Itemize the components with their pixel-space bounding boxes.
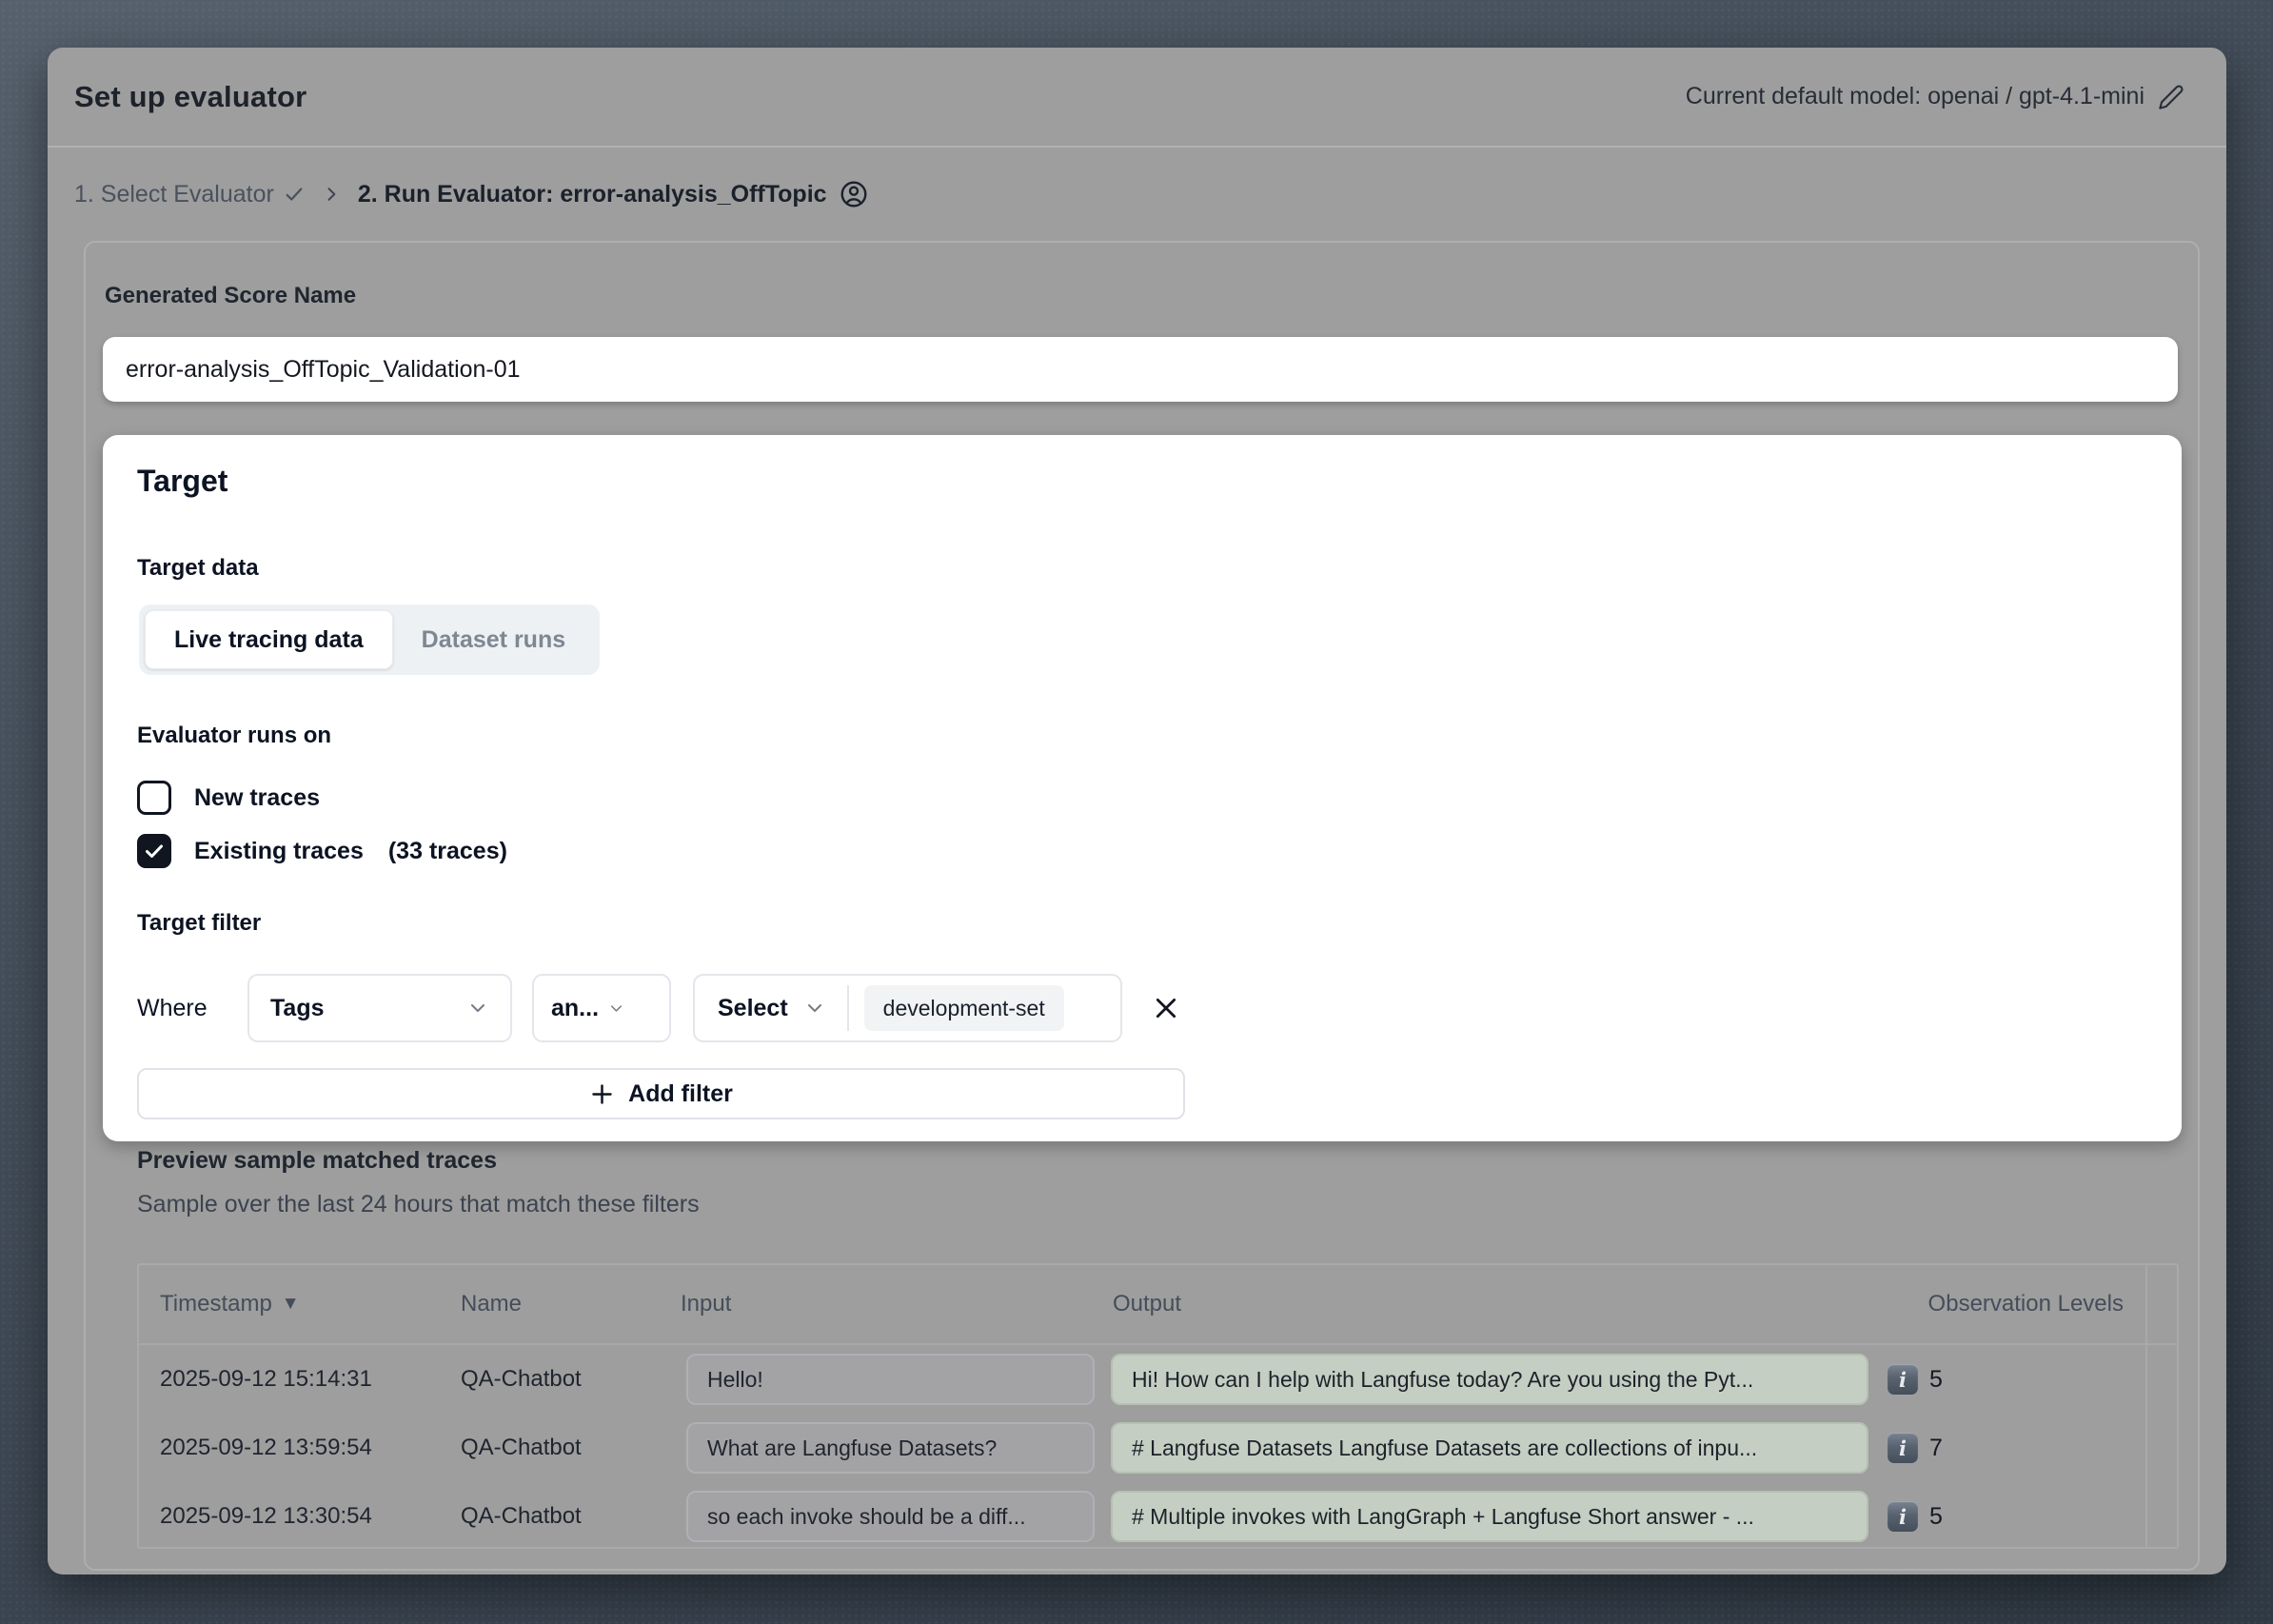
breadcrumb: 1. Select Evaluator 2. Run Evaluator: er…	[48, 149, 2226, 239]
column-header-output: Output	[1113, 1291, 1181, 1317]
filter-column-value: Tags	[270, 995, 325, 1022]
cell-output-chip: Hi! How can I help with Langfuse today? …	[1111, 1354, 1868, 1405]
existing-traces-count: (33 traces)	[388, 838, 507, 865]
info-icon: i	[1888, 1364, 1918, 1395]
breadcrumb-step-select-evaluator[interactable]: 1. Select Evaluator	[74, 181, 305, 208]
default-model-info: Current default model: openai / gpt-4.1-…	[1686, 83, 2184, 110]
new-traces-row: New traces	[137, 778, 320, 818]
divider	[847, 985, 849, 1031]
target-data-label: Target data	[137, 555, 259, 582]
table-row: 2025-09-12 13:30:54 QA-Chatbot so each i…	[139, 1482, 2177, 1551]
cell-input-chip: What are Langfuse Datasets?	[686, 1422, 1095, 1474]
filter-operator-select[interactable]: an...	[532, 974, 671, 1042]
cell-observation-levels: i 7	[1888, 1433, 1943, 1463]
generated-score-name-input[interactable]	[103, 337, 2178, 402]
breadcrumb-step2-label: 2. Run Evaluator: error-analysis_OffTopi…	[358, 181, 827, 208]
setup-evaluator-dialog: Set up evaluator Current default model: …	[48, 48, 2226, 1574]
cell-output-chip: # Langfuse Datasets Langfuse Datasets ar…	[1111, 1422, 1868, 1474]
page-title: Set up evaluator	[74, 80, 306, 114]
target-title: Target	[137, 464, 227, 499]
chevron-right-icon	[322, 185, 341, 204]
chevron-down-icon	[803, 997, 826, 1020]
user-circle-icon[interactable]	[839, 179, 869, 209]
cell-name: QA-Chatbot	[461, 1366, 582, 1393]
cell-input-chip: Hello!	[686, 1354, 1095, 1405]
remove-filter-button[interactable]	[1147, 989, 1185, 1027]
preview-title: Preview sample matched traces	[137, 1147, 497, 1175]
timestamp-header-label: Timestamp	[160, 1291, 272, 1317]
target-card: Target Target data Live tracing data Dat…	[103, 435, 2182, 1141]
chevron-down-icon	[607, 1000, 625, 1018]
cell-name: QA-Chatbot	[461, 1435, 582, 1461]
cell-observation-levels: i 5	[1888, 1364, 1943, 1395]
default-model-label: Current default model: openai / gpt-4.1-…	[1686, 83, 2145, 110]
new-traces-label: New traces	[194, 784, 320, 812]
evaluator-form-section: Generated Score Name Target Target data …	[84, 241, 2200, 1571]
column-header-name: Name	[461, 1291, 522, 1317]
filter-column-select[interactable]: Tags	[247, 974, 512, 1042]
breadcrumb-step-run-evaluator: 2. Run Evaluator: error-analysis_OffTopi…	[358, 179, 869, 209]
observation-count: 7	[1929, 1435, 1943, 1462]
filter-value-select[interactable]: Select development-set	[693, 974, 1122, 1042]
tab-dataset-runs[interactable]: Dataset runs	[393, 610, 594, 669]
column-header-input: Input	[681, 1291, 731, 1317]
observation-count: 5	[1929, 1503, 1943, 1531]
plus-icon	[589, 1081, 615, 1107]
info-icon: i	[1888, 1433, 1918, 1463]
column-header-observation-levels: Observation Levels	[1928, 1291, 2124, 1317]
observation-count: 5	[1929, 1366, 1943, 1394]
cell-name: QA-Chatbot	[461, 1503, 582, 1530]
check-icon	[284, 184, 305, 205]
cell-output-chip: # Multiple invokes with LangGraph + Lang…	[1111, 1491, 1868, 1542]
preview-subtitle: Sample over the last 24 hours that match…	[137, 1191, 700, 1218]
add-filter-button[interactable]: Add filter	[137, 1068, 1185, 1119]
add-filter-label: Add filter	[628, 1080, 733, 1108]
sort-desc-icon: ▼	[282, 1294, 300, 1315]
existing-traces-label: Existing traces	[194, 838, 364, 865]
evaluator-runs-on-label: Evaluator runs on	[137, 723, 331, 749]
cell-observation-levels: i 5	[1888, 1501, 1943, 1532]
filter-row: Where Tags an... Select	[137, 974, 1185, 1042]
breadcrumb-step1-label: 1. Select Evaluator	[74, 181, 274, 208]
dialog-header: Set up evaluator Current default model: …	[48, 48, 2226, 148]
generated-score-name-label: Generated Score Name	[105, 283, 356, 309]
table-row: 2025-09-12 13:59:54 QA-Chatbot What are …	[139, 1414, 2177, 1482]
filter-value-label: Select	[695, 995, 788, 1022]
chevron-down-icon	[466, 997, 489, 1020]
cell-timestamp: 2025-09-12 13:30:54	[160, 1503, 372, 1530]
new-traces-checkbox[interactable]	[137, 781, 171, 815]
table-header-row: Timestamp ▼ Name Input Output Observatio…	[139, 1265, 2177, 1345]
tab-live-tracing-data[interactable]: Live tracing data	[145, 610, 393, 669]
existing-traces-row: Existing traces (33 traces)	[137, 831, 507, 871]
pencil-icon[interactable]	[2158, 84, 2184, 110]
filter-operator-value: an...	[551, 995, 599, 1022]
table-row: 2025-09-12 15:14:31 QA-Chatbot Hello! Hi…	[139, 1345, 2177, 1414]
target-filter-label: Target filter	[137, 910, 261, 937]
cell-timestamp: 2025-09-12 13:59:54	[160, 1435, 372, 1461]
cell-timestamp: 2025-09-12 15:14:31	[160, 1366, 372, 1393]
column-header-timestamp[interactable]: Timestamp ▼	[160, 1291, 300, 1317]
existing-traces-checkbox[interactable]	[137, 834, 171, 868]
filter-value-chip[interactable]: development-set	[864, 985, 1064, 1031]
filter-where-label: Where	[137, 995, 247, 1022]
cell-input-chip: so each invoke should be a diff...	[686, 1491, 1095, 1542]
info-icon: i	[1888, 1501, 1918, 1532]
preview-traces-table: Timestamp ▼ Name Input Output Observatio…	[137, 1263, 2179, 1549]
target-data-tabs: Live tracing data Dataset runs	[139, 604, 600, 675]
